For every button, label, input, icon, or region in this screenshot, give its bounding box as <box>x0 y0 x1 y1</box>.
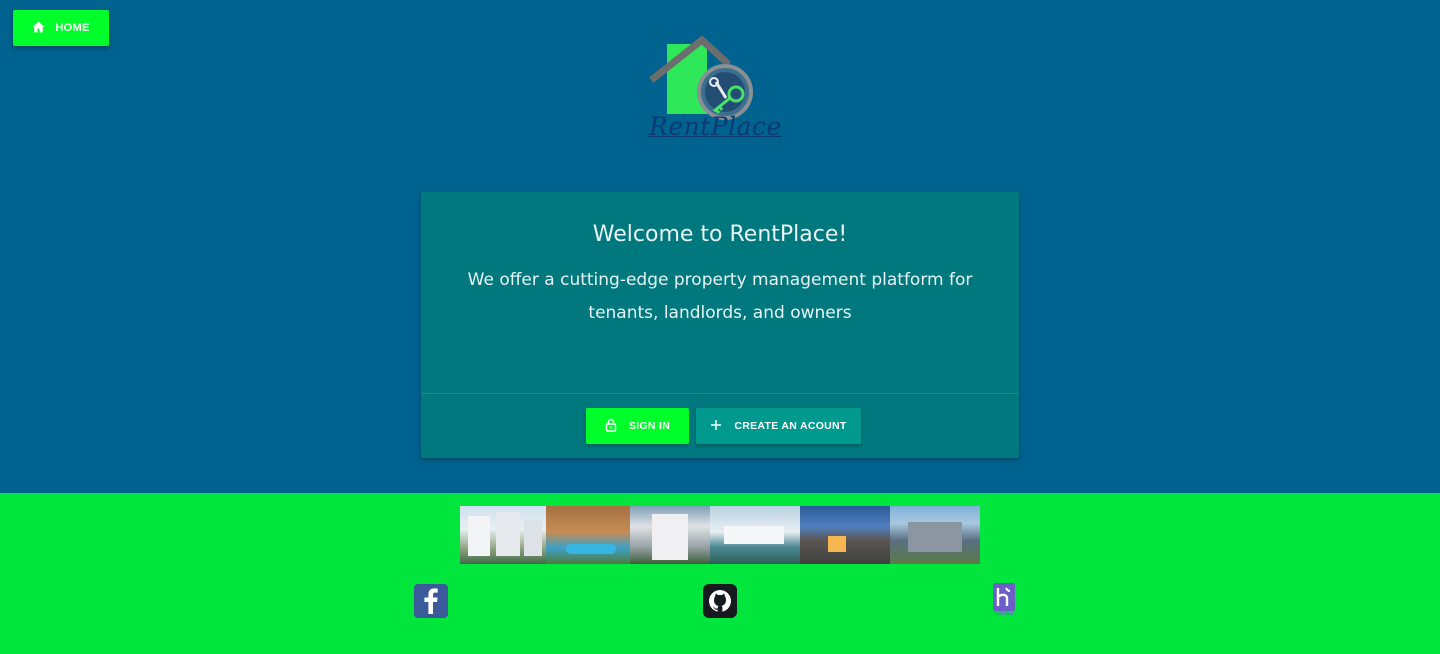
apartment-block-photo <box>630 506 710 564</box>
pool-resort-photo <box>546 506 630 564</box>
heroku-caption: heroku <box>994 611 1014 617</box>
apartment-towers-photo <box>460 506 546 564</box>
home-icon <box>32 21 45 36</box>
welcome-subtitle: We offer a cutting-edge property managem… <box>467 270 973 323</box>
card-divider <box>421 393 1019 394</box>
github-icon[interactable] <box>703 584 737 618</box>
create-account-button[interactable]: CREATE AN ACOUNT <box>696 408 861 444</box>
suburban-house-photo <box>890 506 980 564</box>
sign-in-label: SIGN IN <box>628 420 671 432</box>
home-label: HOME <box>55 22 90 34</box>
welcome-title: Welcome to RentPlace! <box>592 222 848 247</box>
heroku-icon[interactable]: heroku <box>991 583 1017 619</box>
lock-icon <box>605 418 617 435</box>
plus-icon <box>710 419 722 434</box>
footer: heroku <box>0 493 1440 654</box>
property-gallery <box>460 506 980 564</box>
home-button[interactable]: HOME <box>13 10 109 46</box>
create-account-label: CREATE AN ACOUNT <box>734 420 847 432</box>
sign-in-button[interactable]: SIGN IN <box>586 408 689 444</box>
modern-villa-photo <box>710 506 800 564</box>
welcome-card: Welcome to RentPlace! We offer a cutting… <box>421 192 1019 458</box>
logo-text: RentPlace <box>649 112 782 141</box>
facebook-icon[interactable] <box>414 584 448 618</box>
modern-house-photo <box>800 506 890 564</box>
